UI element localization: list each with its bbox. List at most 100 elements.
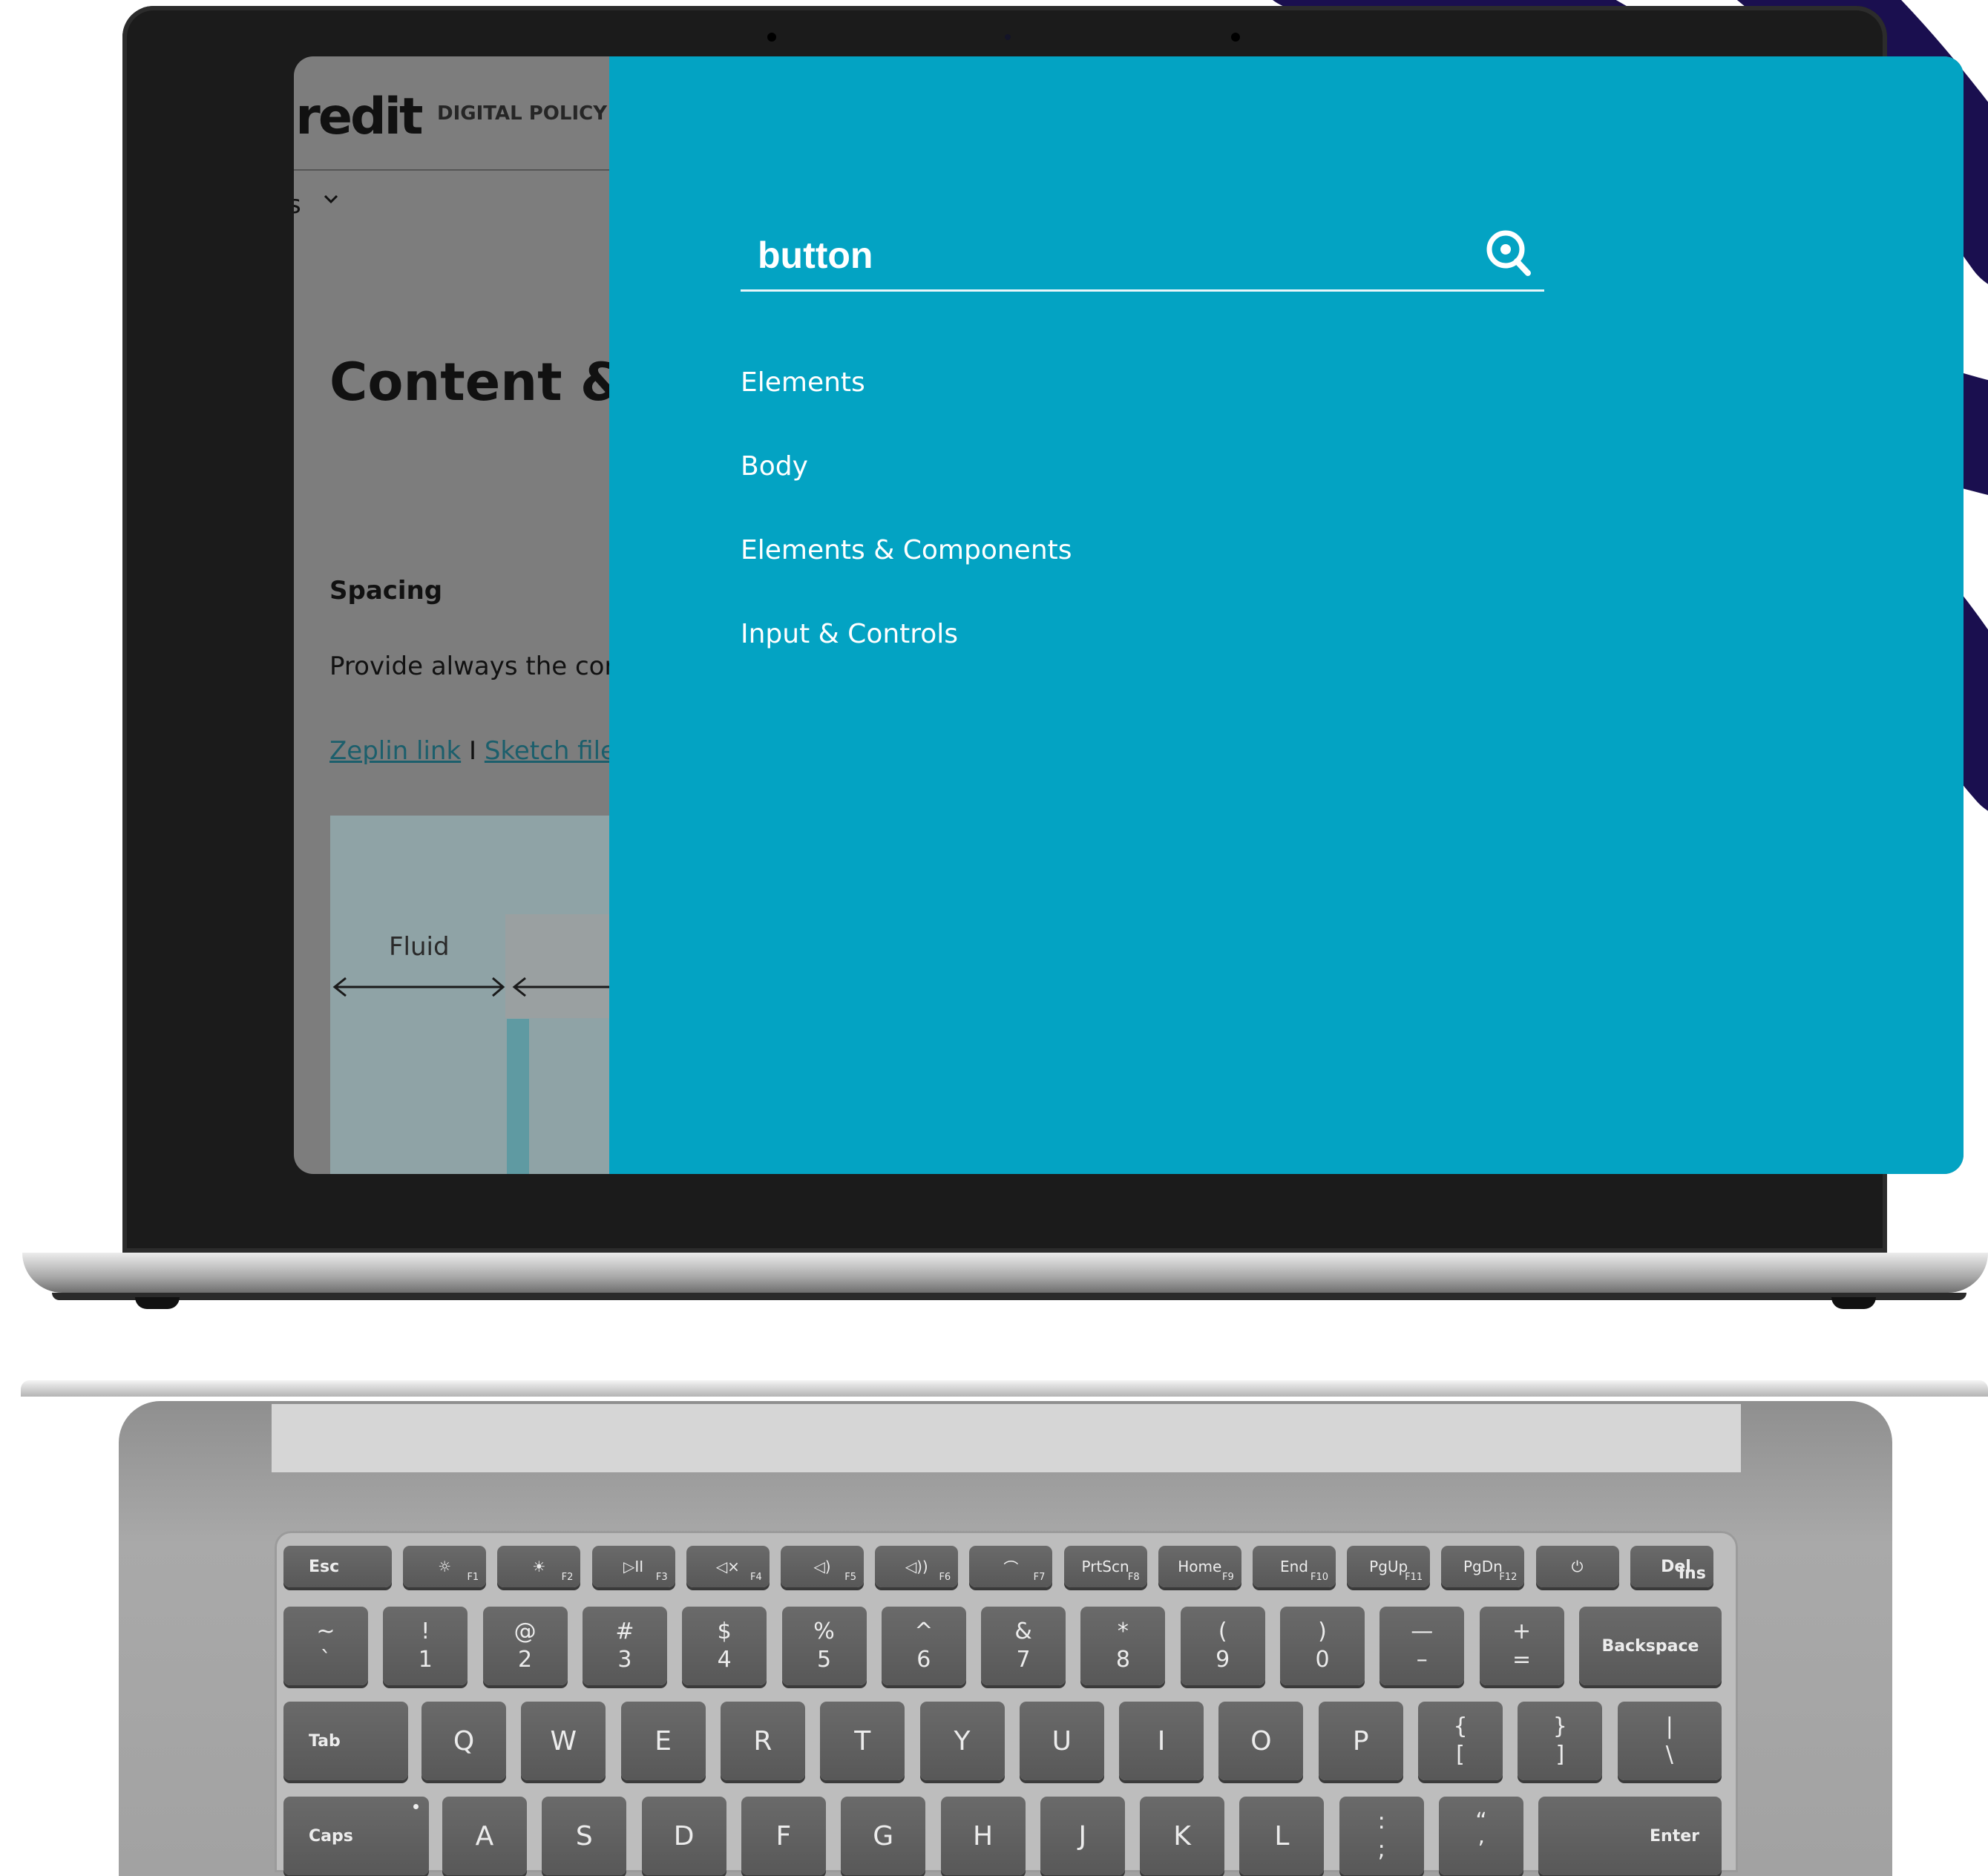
- key-label: ~: [316, 1618, 335, 1644]
- key-label: 9: [1216, 1647, 1230, 1673]
- key-label: J: [1078, 1820, 1087, 1852]
- number-key[interactable]: % 5: [781, 1607, 867, 1685]
- key-label: F3: [655, 1572, 668, 1583]
- function-key[interactable]: ☀ F2: [497, 1546, 581, 1587]
- laptop-hinge-shadow: [52, 1293, 1966, 1300]
- key-label: %: [813, 1618, 835, 1644]
- function-key[interactable]: End F10: [1253, 1546, 1336, 1587]
- letter-key[interactable]: S: [542, 1797, 627, 1875]
- number-key[interactable]: $4: [682, 1607, 767, 1685]
- number-key[interactable]: & 7: [981, 1607, 1066, 1685]
- search-result-item[interactable]: Elements: [741, 361, 1072, 445]
- key-label: [: [1456, 1742, 1465, 1768]
- letter-key[interactable]: G: [841, 1797, 926, 1875]
- key-label: F: [775, 1820, 792, 1852]
- key-label: (: [1218, 1618, 1227, 1644]
- number-key[interactable]: (9: [1180, 1607, 1265, 1685]
- letter-key[interactable]: D: [641, 1797, 726, 1875]
- key-label: Tab: [309, 1731, 341, 1751]
- key-label: ◁×: [715, 1558, 740, 1575]
- key-label: P: [1352, 1725, 1369, 1757]
- number-key[interactable]: + =: [1479, 1607, 1564, 1685]
- function-key[interactable]: PgDn F12: [1441, 1546, 1525, 1587]
- function-key[interactable]: PrtScn F8: [1063, 1546, 1147, 1587]
- key-label: Q: [453, 1725, 475, 1757]
- function-key[interactable]: Home F9: [1158, 1546, 1241, 1587]
- number-key[interactable]: @2: [482, 1607, 568, 1685]
- letter-key[interactable]: E: [620, 1702, 706, 1780]
- letter-key[interactable]: K: [1140, 1797, 1225, 1875]
- bracket-key[interactable]: | \: [1617, 1702, 1722, 1780]
- function-key[interactable]: Esc: [283, 1546, 392, 1587]
- letter-key[interactable]: W: [521, 1702, 606, 1780]
- function-key[interactable]: Del Ins: [1630, 1546, 1713, 1587]
- tab-key[interactable]: Tab: [283, 1702, 408, 1780]
- search-icon[interactable]: [1482, 227, 1535, 281]
- letter-key[interactable]: Q: [421, 1702, 506, 1780]
- function-key[interactable]: ☼ F1: [403, 1546, 487, 1587]
- key-label: }: [1552, 1713, 1567, 1739]
- number-key[interactable]: ! 1: [383, 1607, 468, 1685]
- caps-indicator: [413, 1804, 419, 1809]
- key-label: I: [1157, 1725, 1166, 1757]
- key-label: L: [1274, 1820, 1290, 1852]
- search-input[interactable]: [758, 233, 1440, 278]
- search-results: Elements Body Elements & Components Inpu…: [741, 361, 1072, 696]
- search-result-item[interactable]: Body: [741, 445, 1072, 528]
- key-label: :: [1377, 1808, 1385, 1834]
- key-label: @: [514, 1618, 537, 1644]
- letter-key[interactable]: F: [741, 1797, 826, 1875]
- number-key[interactable]: ^ 6: [881, 1607, 966, 1685]
- number-key[interactable]: ~ `: [283, 1607, 368, 1685]
- number-key[interactable]: * 8: [1080, 1607, 1166, 1685]
- backspace-key[interactable]: Backspace: [1578, 1607, 1722, 1685]
- key-label: ☼: [438, 1558, 452, 1575]
- key-label: ▷II: [623, 1558, 644, 1575]
- bracket-key[interactable]: }]: [1518, 1702, 1603, 1780]
- key-label: PgDn: [1463, 1558, 1503, 1575]
- caps-key[interactable]: Caps: [283, 1797, 429, 1875]
- number-key[interactable]: ) 0: [1280, 1607, 1365, 1685]
- punctuation-key[interactable]: :;: [1339, 1797, 1424, 1875]
- key-label: –: [1416, 1647, 1428, 1673]
- enter-key[interactable]: Enter: [1538, 1797, 1722, 1875]
- letter-key[interactable]: Y: [919, 1702, 1005, 1780]
- bracket-key[interactable]: {[: [1418, 1702, 1503, 1780]
- key-label: ^: [914, 1618, 934, 1644]
- letter-key[interactable]: I: [1119, 1702, 1204, 1780]
- key-label: ☀: [532, 1558, 546, 1575]
- number-key[interactable]: #3: [582, 1607, 667, 1685]
- function-key[interactable]: ◁)) F6: [875, 1546, 959, 1587]
- number-key[interactable]: — –: [1380, 1607, 1465, 1685]
- key-label: $: [717, 1618, 732, 1644]
- search-result-item[interactable]: Elements & Components: [741, 528, 1072, 612]
- key-label: Y: [954, 1725, 971, 1757]
- key-label: 3: [617, 1647, 632, 1673]
- search-result-item[interactable]: Input & Controls: [741, 612, 1072, 696]
- letter-key[interactable]: U: [1019, 1702, 1104, 1780]
- letter-key[interactable]: O: [1218, 1702, 1304, 1780]
- deck-edge: [21, 1380, 1988, 1397]
- function-key[interactable]: PgUp F11: [1347, 1546, 1431, 1587]
- function-key[interactable]: ⌒ F7: [969, 1546, 1053, 1587]
- letter-key[interactable]: J: [1040, 1797, 1125, 1875]
- function-key[interactable]: ◁) F5: [781, 1546, 864, 1587]
- letter-key[interactable]: R: [720, 1702, 805, 1780]
- punctuation-key[interactable]: “’: [1439, 1797, 1523, 1875]
- key-label: ◁): [813, 1558, 831, 1575]
- sensor-dot: [1231, 33, 1240, 42]
- key-label: F6: [939, 1572, 951, 1583]
- function-key[interactable]: ◁× F4: [686, 1546, 770, 1587]
- letter-key[interactable]: A: [442, 1797, 527, 1875]
- key-label: 4: [717, 1647, 732, 1673]
- key-label: A: [475, 1820, 494, 1852]
- letter-key[interactable]: T: [820, 1702, 905, 1780]
- function-key[interactable]: ⏻: [1535, 1546, 1619, 1587]
- key-label: “: [1475, 1808, 1487, 1834]
- key-label: End: [1279, 1558, 1308, 1575]
- letter-key[interactable]: H: [940, 1797, 1026, 1875]
- function-key[interactable]: ▷II F3: [591, 1546, 675, 1587]
- letter-key[interactable]: L: [1239, 1797, 1325, 1875]
- laptop-hinge: [22, 1253, 1988, 1293]
- letter-key[interactable]: P: [1318, 1702, 1403, 1780]
